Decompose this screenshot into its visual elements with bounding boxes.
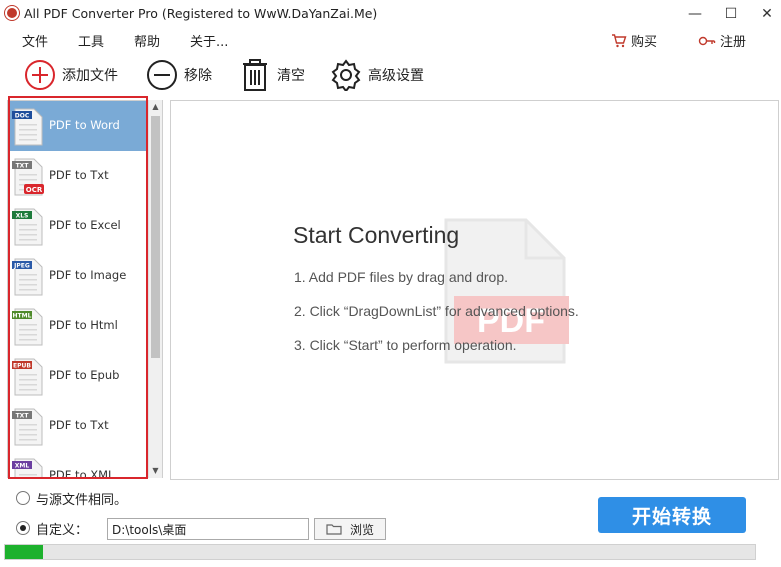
same-as-source-radio[interactable]	[16, 491, 30, 505]
buy-link[interactable]: 购买	[611, 31, 657, 50]
advanced-settings-label: 高级设置	[368, 68, 424, 84]
file-type-icon: HTML	[12, 308, 43, 346]
file-type-icon: EPUB	[12, 358, 43, 396]
file-type-tag: XML	[15, 463, 30, 470]
remove-circle-icon	[147, 60, 177, 90]
scroll-thumb[interactable]	[151, 116, 160, 358]
conversion-item[interactable]: JPEG PDF to Image	[8, 251, 147, 301]
add-file-label: 添加文件	[62, 68, 118, 84]
file-type-tag: JPEG	[13, 263, 30, 270]
file-type-tag: HTML	[13, 313, 32, 320]
key-icon	[698, 36, 716, 45]
conversion-list: DOC PDF to Word TXT OCR PDF to Txt XLS PDF to …	[7, 100, 163, 478]
add-circle-icon	[25, 60, 55, 90]
clear-button[interactable]: 清空	[239, 58, 305, 92]
menu-bar: 文件 工具 帮助 关于... 购买 注册	[0, 28, 781, 52]
output-path-input[interactable]	[107, 518, 309, 540]
conversion-label: PDF to XML	[49, 468, 115, 478]
scroll-down-arrow-icon[interactable]: ▼	[149, 464, 162, 478]
list-scrollbar[interactable]: ▲ ▼	[148, 100, 162, 478]
register-link[interactable]: 注册	[698, 31, 746, 50]
close-button[interactable]: ✕	[752, 4, 781, 24]
clear-label: 清空	[277, 68, 305, 84]
menu-file[interactable]: 文件	[22, 31, 48, 50]
file-type-icon: TXT OCR	[12, 158, 44, 196]
window-title: All PDF Converter Pro (Registered to WwW…	[24, 6, 378, 21]
file-type-icon: DOC	[12, 108, 43, 146]
instruction-step-3: 3. Click “Start” to perform operation.	[294, 337, 517, 353]
browse-label: 浏览	[349, 522, 374, 537]
remove-button[interactable]: 移除	[146, 58, 212, 92]
toolbar: 添加文件 移除 清空 高级设置	[0, 54, 781, 96]
menu-tools[interactable]: 工具	[78, 31, 104, 50]
progress-bar	[4, 544, 756, 560]
ocr-badge: OCR	[26, 186, 43, 194]
minimize-button[interactable]: —	[680, 4, 710, 24]
file-type-icon: XML	[12, 458, 43, 477]
conversion-list-items: DOC PDF to Word TXT OCR PDF to Txt XLS PDF to …	[8, 101, 147, 478]
scroll-up-arrow-icon[interactable]: ▲	[149, 100, 162, 114]
title-bar: All PDF Converter Pro (Registered to WwW…	[0, 0, 781, 28]
instruction-step-1: 1. Add PDF files by drag and drop.	[294, 269, 509, 285]
conversion-item[interactable]: XLS PDF to Excel	[8, 201, 147, 251]
file-type-icon: JPEG	[12, 258, 43, 296]
drop-area[interactable]: PDF Start Converting 1. Add PDF files by…	[170, 100, 779, 480]
file-type-tag: XLS	[16, 213, 29, 220]
custom-path-option[interactable]: 自定义：	[16, 519, 89, 538]
conversion-item[interactable]: EPUB PDF to Epub	[8, 351, 147, 401]
start-converting-title: Start Converting	[293, 222, 460, 248]
conversion-label: PDF to Txt	[49, 168, 109, 182]
conversion-label: PDF to Excel	[49, 218, 121, 232]
custom-path-label: 自定义：	[36, 522, 89, 538]
app-logo-icon	[5, 6, 19, 20]
conversion-label: PDF to Html	[49, 318, 118, 332]
shopping-cart-icon	[612, 33, 627, 47]
same-as-source-label: 与源文件相同。	[36, 492, 128, 508]
same-as-source-option[interactable]: 与源文件相同。	[16, 489, 128, 508]
conversion-item[interactable]: TXT OCR PDF to Txt	[8, 151, 147, 201]
gear-icon	[331, 59, 361, 91]
conversion-item[interactable]: XML PDF to XML	[8, 451, 147, 478]
file-type-tag: TXT	[16, 413, 30, 420]
maximize-button[interactable]: ☐	[716, 4, 746, 24]
instruction-step-2: 2. Click “DragDownList” for advanced opt…	[294, 303, 579, 319]
progress-fill	[5, 545, 43, 559]
folder-icon	[326, 524, 342, 535]
file-type-tag: DOC	[15, 113, 30, 120]
start-convert-button[interactable]: 开始转换	[598, 497, 746, 533]
advanced-settings-button[interactable]: 高级设置	[330, 58, 424, 92]
conversion-item[interactable]: DOC PDF to Word	[8, 101, 147, 151]
trash-icon	[243, 59, 267, 91]
conversion-label: PDF to Epub	[49, 368, 120, 382]
custom-path-radio[interactable]	[16, 521, 30, 535]
remove-label: 移除	[184, 68, 212, 84]
buy-label: 购买	[631, 35, 658, 50]
conversion-label: PDF to Image	[49, 268, 127, 282]
register-label: 注册	[720, 35, 747, 50]
conversion-label: PDF to Txt	[49, 418, 109, 432]
browse-button[interactable]: 浏览	[314, 518, 386, 540]
conversion-item[interactable]: HTML PDF to Html	[8, 301, 147, 351]
conversion-item[interactable]: TXT PDF to Txt	[8, 401, 147, 451]
add-file-button[interactable]: 添加文件	[24, 58, 118, 92]
file-type-icon: XLS	[12, 208, 43, 246]
file-type-icon: TXT	[12, 408, 43, 446]
file-type-tag: TXT	[16, 163, 30, 170]
menu-help[interactable]: 帮助	[134, 31, 160, 50]
conversion-label: PDF to Word	[49, 118, 120, 132]
menu-about[interactable]: 关于...	[190, 31, 228, 50]
file-type-tag: EPUB	[13, 363, 31, 370]
